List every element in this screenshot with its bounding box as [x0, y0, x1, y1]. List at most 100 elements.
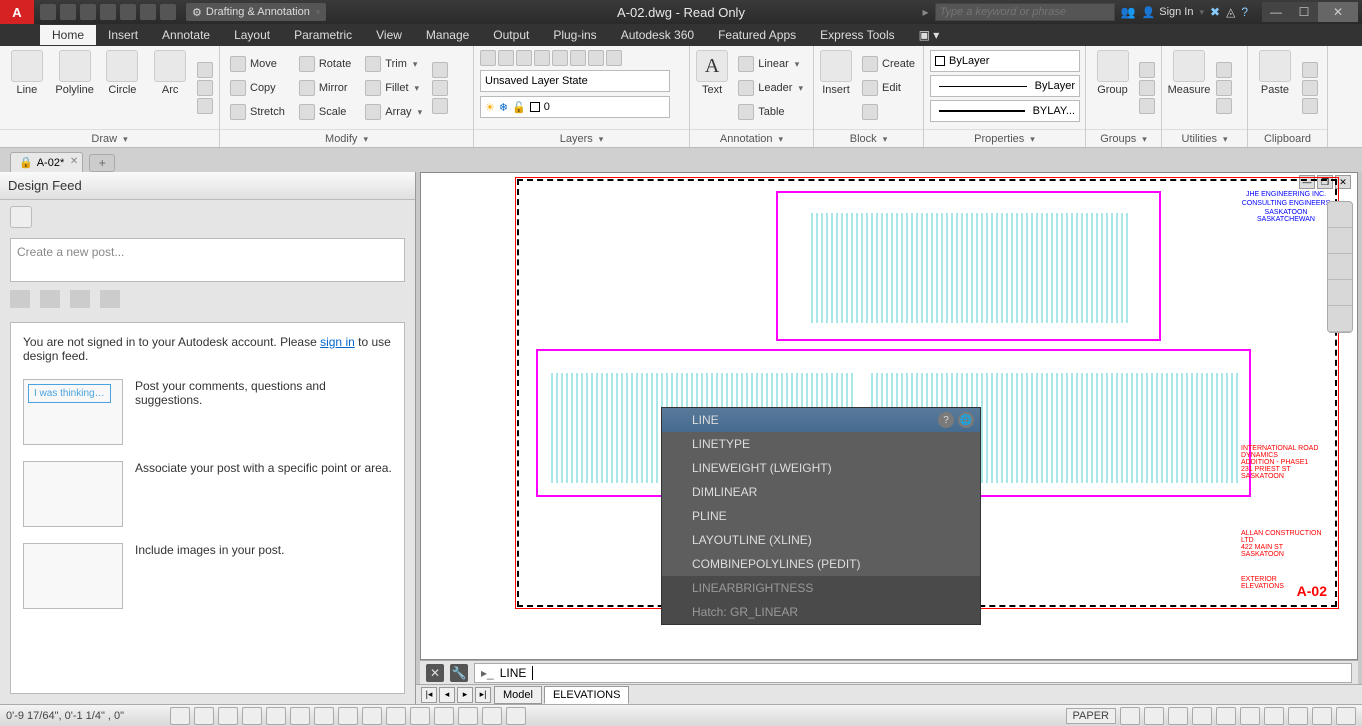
drawing-canvas[interactable]: — ❐ ✕ JHE ENGINEERING INC. CONSULTING EN…: [420, 172, 1358, 660]
pin-icon[interactable]: [40, 290, 60, 308]
app-logo[interactable]: A: [0, 0, 34, 24]
block-create-button[interactable]: Create: [858, 53, 919, 75]
tab-parametric[interactable]: Parametric: [282, 25, 364, 45]
tab-insert[interactable]: Insert: [96, 25, 150, 45]
close-button[interactable]: ✕: [1318, 2, 1358, 22]
tag-user-icon[interactable]: [70, 290, 90, 308]
sb-r8-icon[interactable]: [1288, 707, 1308, 725]
infer-icon[interactable]: [170, 707, 190, 725]
maximize-button[interactable]: ☐: [1290, 2, 1318, 22]
tab-layout[interactable]: Layout: [222, 25, 282, 45]
command-input[interactable]: ▸_ LINE: [474, 663, 1352, 683]
layer-combo[interactable]: ☀❄🔓0: [480, 96, 670, 118]
nav-wheel-icon[interactable]: [1328, 202, 1352, 228]
group-button[interactable]: Group: [1092, 50, 1133, 125]
close-cmd-icon[interactable]: ✕: [426, 664, 444, 682]
autocomplete-item[interactable]: Hatch: GR_LINEAR: [662, 600, 980, 624]
lineweight-combo[interactable]: BYLAY...: [930, 100, 1080, 122]
qat-undo-icon[interactable]: [140, 4, 156, 20]
snap-icon[interactable]: [194, 707, 214, 725]
copy-button[interactable]: Copy: [226, 77, 289, 99]
infocenter-icon[interactable]: 👥: [1121, 5, 1136, 19]
signin-button[interactable]: 👤 Sign In: [1142, 6, 1204, 19]
autodesk360-icon[interactable]: ◬: [1226, 5, 1235, 19]
autocomplete-item[interactable]: LAYOUTLINE (XLINE): [662, 528, 980, 552]
tab-autodesk-360[interactable]: Autodesk 360: [609, 25, 706, 45]
minimize-button[interactable]: —: [1262, 2, 1290, 22]
tab-annotate[interactable]: Annotate: [150, 25, 222, 45]
layerprop-icon[interactable]: [480, 50, 496, 66]
next-layout-button[interactable]: ▸: [457, 687, 473, 703]
tab-plug-ins[interactable]: Plug-ins: [541, 25, 608, 45]
workspace-selector[interactable]: ⚙ Drafting & Annotation: [186, 3, 326, 21]
new-tab-button[interactable]: +: [89, 154, 115, 172]
rotate-button[interactable]: Rotate: [295, 53, 355, 75]
grid-icon[interactable]: [218, 707, 238, 725]
sb-r1-icon[interactable]: [1120, 707, 1140, 725]
file-tab[interactable]: 🔒 A-02* ✕: [10, 152, 83, 172]
arc-button[interactable]: Arc: [149, 50, 191, 125]
sb-r7-icon[interactable]: [1264, 707, 1284, 725]
autocomplete-item[interactable]: DIMLINEAR: [662, 480, 980, 504]
sb-r4-icon[interactable]: [1192, 707, 1212, 725]
measure-button[interactable]: Measure: [1168, 50, 1210, 125]
draw-ext2-icon[interactable]: [197, 80, 213, 96]
qat-save-icon[interactable]: [80, 4, 96, 20]
modify-ext1-icon[interactable]: [432, 62, 448, 78]
image-icon[interactable]: [100, 290, 120, 308]
ducs-icon[interactable]: [362, 707, 382, 725]
orbit-icon[interactable]: [1328, 280, 1352, 306]
sb-r3-icon[interactable]: [1168, 707, 1188, 725]
tab-home[interactable]: Home: [40, 25, 96, 45]
layer-state-combo[interactable]: Unsaved Layer State: [480, 70, 670, 92]
autocomplete-item[interactable]: COMBINEPOLYLINES (PEDIT): [662, 552, 980, 576]
help-icon[interactable]: ?: [1241, 5, 1248, 19]
tab-manage[interactable]: Manage: [414, 25, 481, 45]
ortho-icon[interactable]: [242, 707, 262, 725]
draw-ext1-icon[interactable]: [197, 62, 213, 78]
dim-linear-button[interactable]: Linear: [734, 53, 807, 75]
osnap-icon[interactable]: [290, 707, 310, 725]
paper-model-toggle[interactable]: PAPER: [1066, 708, 1116, 724]
block-attr-button[interactable]: [858, 101, 919, 123]
qat-new-icon[interactable]: [40, 4, 56, 20]
tab-overflow[interactable]: ▣ ▾: [907, 25, 952, 45]
draw-ext3-icon[interactable]: [197, 98, 213, 114]
text-button[interactable]: AText: [696, 50, 728, 125]
prev-layout-button[interactable]: ◂: [439, 687, 455, 703]
qat-plot-icon[interactable]: [120, 4, 136, 20]
tpy-icon[interactable]: [434, 707, 454, 725]
qat-open-icon[interactable]: [60, 4, 76, 20]
leader-button[interactable]: Leader: [734, 77, 807, 99]
create-post-input[interactable]: Create a new post...: [10, 238, 405, 282]
qat-saveas-icon[interactable]: [100, 4, 116, 20]
am-icon[interactable]: [506, 707, 526, 725]
trim-button[interactable]: Trim: [361, 53, 426, 75]
3dosnap-icon[interactable]: [314, 707, 334, 725]
qp-icon[interactable]: [458, 707, 478, 725]
close-tab-icon[interactable]: ✕: [70, 156, 78, 167]
color-combo[interactable]: ByLayer: [930, 50, 1080, 72]
modify-ext3-icon[interactable]: [432, 98, 448, 114]
tab-output[interactable]: Output: [481, 25, 541, 45]
dyn-icon[interactable]: [386, 707, 406, 725]
help-popup-icon[interactable]: ?: [938, 412, 954, 428]
signin-link[interactable]: sign in: [320, 335, 355, 349]
mirror-button[interactable]: Mirror: [295, 77, 355, 99]
tab-express-tools[interactable]: Express Tools: [808, 25, 906, 45]
polyline-button[interactable]: Polyline: [54, 50, 96, 125]
settings-button[interactable]: [10, 206, 32, 228]
table-button[interactable]: Table: [734, 101, 807, 123]
tab-featured-apps[interactable]: Featured Apps: [706, 25, 808, 45]
circle-button[interactable]: Circle: [102, 50, 144, 125]
globe-popup-icon[interactable]: 🌐: [958, 412, 974, 428]
paste-button[interactable]: Paste: [1254, 50, 1296, 125]
layout-tab-elevations[interactable]: ELEVATIONS: [544, 686, 629, 704]
otrack-icon[interactable]: [338, 707, 358, 725]
lwt-icon[interactable]: [410, 707, 430, 725]
sc-icon[interactable]: [482, 707, 502, 725]
autocomplete-item[interactable]: LINEARBRIGHTNESS: [662, 576, 980, 600]
cmd-options-icon[interactable]: 🔧: [450, 664, 468, 682]
line-button[interactable]: Line: [6, 50, 48, 125]
sb-r2-icon[interactable]: [1144, 707, 1164, 725]
